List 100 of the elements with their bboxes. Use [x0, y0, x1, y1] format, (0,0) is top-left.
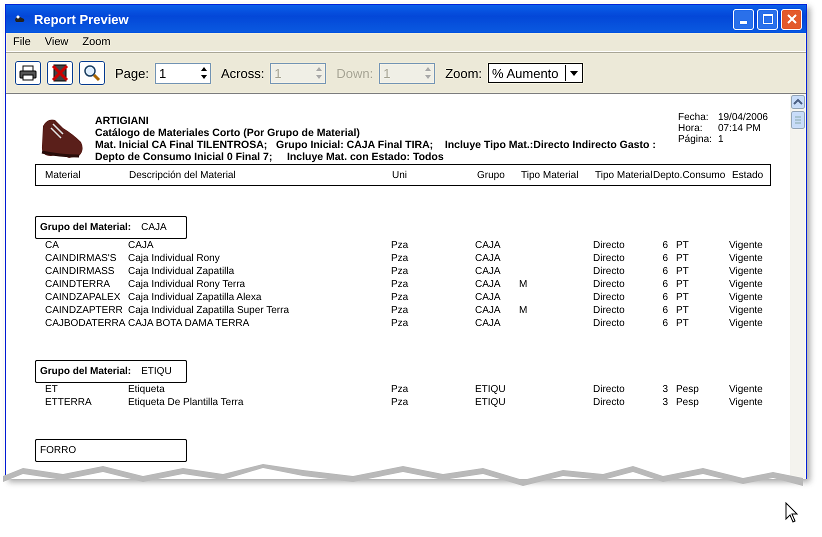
- zoom-label: Zoom:: [445, 66, 482, 80]
- spinner-label: Page:: [115, 66, 149, 80]
- table-cell-text: CAJA: [475, 291, 502, 304]
- table-cell-text: Pza: [391, 317, 410, 330]
- table-cell-text: Caja Individual Rony: [128, 252, 221, 265]
- scroll-thumb-icon: [791, 111, 805, 129]
- info-value: 19/04/2006: [718, 112, 768, 123]
- table-cell-text: Caja Individual Zapatilla Alexa: [128, 291, 262, 304]
- table-cell-text: 6: [661, 304, 669, 317]
- table-cell-text: 6: [661, 291, 669, 304]
- table-cell-text: CAJA: [128, 239, 155, 252]
- table-cell-text: Pza: [391, 252, 410, 265]
- table-cell-text: Directo: [593, 278, 626, 291]
- table-cell-text: Vigente: [729, 304, 764, 317]
- column-header: Tipo Material: [521, 170, 580, 180]
- menu-item[interactable]: Zoom: [82, 36, 111, 48]
- table-cell-text: PT: [676, 239, 690, 252]
- info-label: Hora:: [678, 123, 704, 134]
- table-cell-text: Directo: [593, 317, 626, 330]
- table-cell-text: Etiqueta: [128, 383, 166, 396]
- table-cell-text: Pza: [391, 239, 410, 252]
- table-cell-text: Caja Individual Zapatilla: [128, 265, 236, 278]
- table-cell-text: PT: [676, 265, 690, 278]
- filter-text: Depto de Consumo Inicial 0 Final 7; Incluye Mat. con Estado: Todos: [95, 151, 445, 163]
- table-cell-text: Vigente: [729, 317, 764, 330]
- table-cell-text: CAJA: [475, 278, 502, 291]
- table-cell-text: Vigente: [729, 291, 764, 304]
- scroll-up-icon: [791, 95, 805, 109]
- table-cell-text: ETIQU: [475, 396, 507, 409]
- menu-item[interactable]: View: [44, 36, 68, 48]
- zoom-dropdown[interactable]: % Aumento: [488, 63, 584, 83]
- table-cell-text: CAJA: [475, 252, 502, 265]
- table-cell-text: ETIQU: [475, 383, 507, 396]
- table-cell-text: ETTERRA: [45, 396, 93, 409]
- column-header: Estado: [732, 170, 764, 180]
- table-cell-text: Pesp: [676, 383, 700, 396]
- maximize-button[interactable]: [757, 8, 778, 30]
- report-title: Catálogo de Materiales Corto (Por Grupo de Material): [95, 127, 361, 139]
- table-cell-text: Vigente: [729, 239, 764, 252]
- close-icon: [786, 14, 796, 24]
- group-label: Grupo del Material:: [40, 222, 132, 233]
- minimize-button[interactable]: [733, 8, 754, 30]
- table-cell-text: Caja Individual Zapatilla Super Terra: [128, 304, 290, 317]
- info-label: Fecha:: [678, 112, 710, 123]
- info-value: 07:14 PM: [718, 123, 762, 134]
- table-cell-text: Directo: [593, 291, 626, 304]
- menu-item[interactable]: File: [13, 36, 31, 48]
- table-cell-text: CAINDIRMASS: [45, 265, 116, 278]
- table-cell-text: CAINDZAPALEX: [45, 291, 122, 304]
- column-header: Uni: [392, 170, 408, 180]
- minimize-icon: [740, 20, 747, 24]
- table-cell-text: Pza: [391, 304, 410, 317]
- print-button[interactable]: [15, 61, 41, 85]
- table-cell-text: PT: [676, 317, 690, 330]
- table-cell-text: M: [519, 304, 528, 317]
- table-cell-text: Directo: [593, 396, 626, 409]
- spinner-label: Across:: [220, 66, 264, 80]
- table-cell-text: PT: [676, 252, 690, 265]
- table-cell-text: PT: [676, 291, 690, 304]
- table-cell-text: CAJA: [475, 317, 502, 330]
- table-cell-text: PT: [676, 278, 690, 291]
- number-spinner[interactable]: 1: [154, 62, 211, 84]
- table-cell-text: 6: [661, 317, 669, 330]
- table-cell-text: Pza: [391, 383, 410, 396]
- info-value: 1: [718, 134, 724, 145]
- table-cell-text: Vigente: [729, 278, 764, 291]
- table-cell-text: Directo: [593, 383, 626, 396]
- zoom-button[interactable]: [79, 61, 105, 85]
- table-cell-text: Pza: [391, 396, 410, 409]
- table-cell-text: Vigente: [729, 396, 764, 409]
- spinner-label: Down:: [336, 66, 374, 80]
- table-cell-text: CAINDZAPTERR: [45, 304, 124, 317]
- group-name: ETIQU: [141, 366, 172, 377]
- table-cell-text: Vigente: [729, 252, 764, 265]
- table-cell-text: Directo: [593, 265, 626, 278]
- column-header: Descripción del Material: [129, 170, 237, 180]
- maximize-icon: [762, 14, 772, 24]
- company-name: ARTIGIANI: [95, 115, 150, 127]
- table-cell-text: 6: [661, 252, 669, 265]
- table-cell-text: Pza: [391, 291, 410, 304]
- table-cell-text: CAJA: [475, 239, 502, 252]
- window-title: Report Preview: [34, 12, 130, 26]
- table-cell-text: CAJA: [475, 304, 502, 317]
- table-cell-text: CAJA BOTA DAMA TERRA: [128, 317, 250, 330]
- printer-icon: [19, 65, 37, 81]
- mouse-cursor-icon: [785, 502, 799, 524]
- filter-text: Mat. Inicial CA Final TILENTROSA; Grupo Inicial: CAJA Final TIRA; Incluye Tipo Mat.:Directo Indirecto Gasto :: [95, 139, 657, 151]
- app-icon: [14, 14, 26, 24]
- group-name: FORRO: [40, 445, 76, 456]
- close-button[interactable]: [47, 61, 73, 85]
- column-header: Material: [45, 170, 82, 180]
- table-cell-text: ET: [45, 383, 59, 396]
- table-cell-text: Directo: [593, 304, 626, 317]
- table-cell-text: Directo: [593, 239, 626, 252]
- vertical-scrollbar[interactable]: [790, 94, 806, 479]
- table-cell-text: CA: [45, 239, 60, 252]
- table-cell-text: Directo: [593, 252, 626, 265]
- caret-icon: [570, 70, 578, 76]
- info-label: Página:: [678, 134, 712, 145]
- group-name: CAJA: [141, 222, 167, 233]
